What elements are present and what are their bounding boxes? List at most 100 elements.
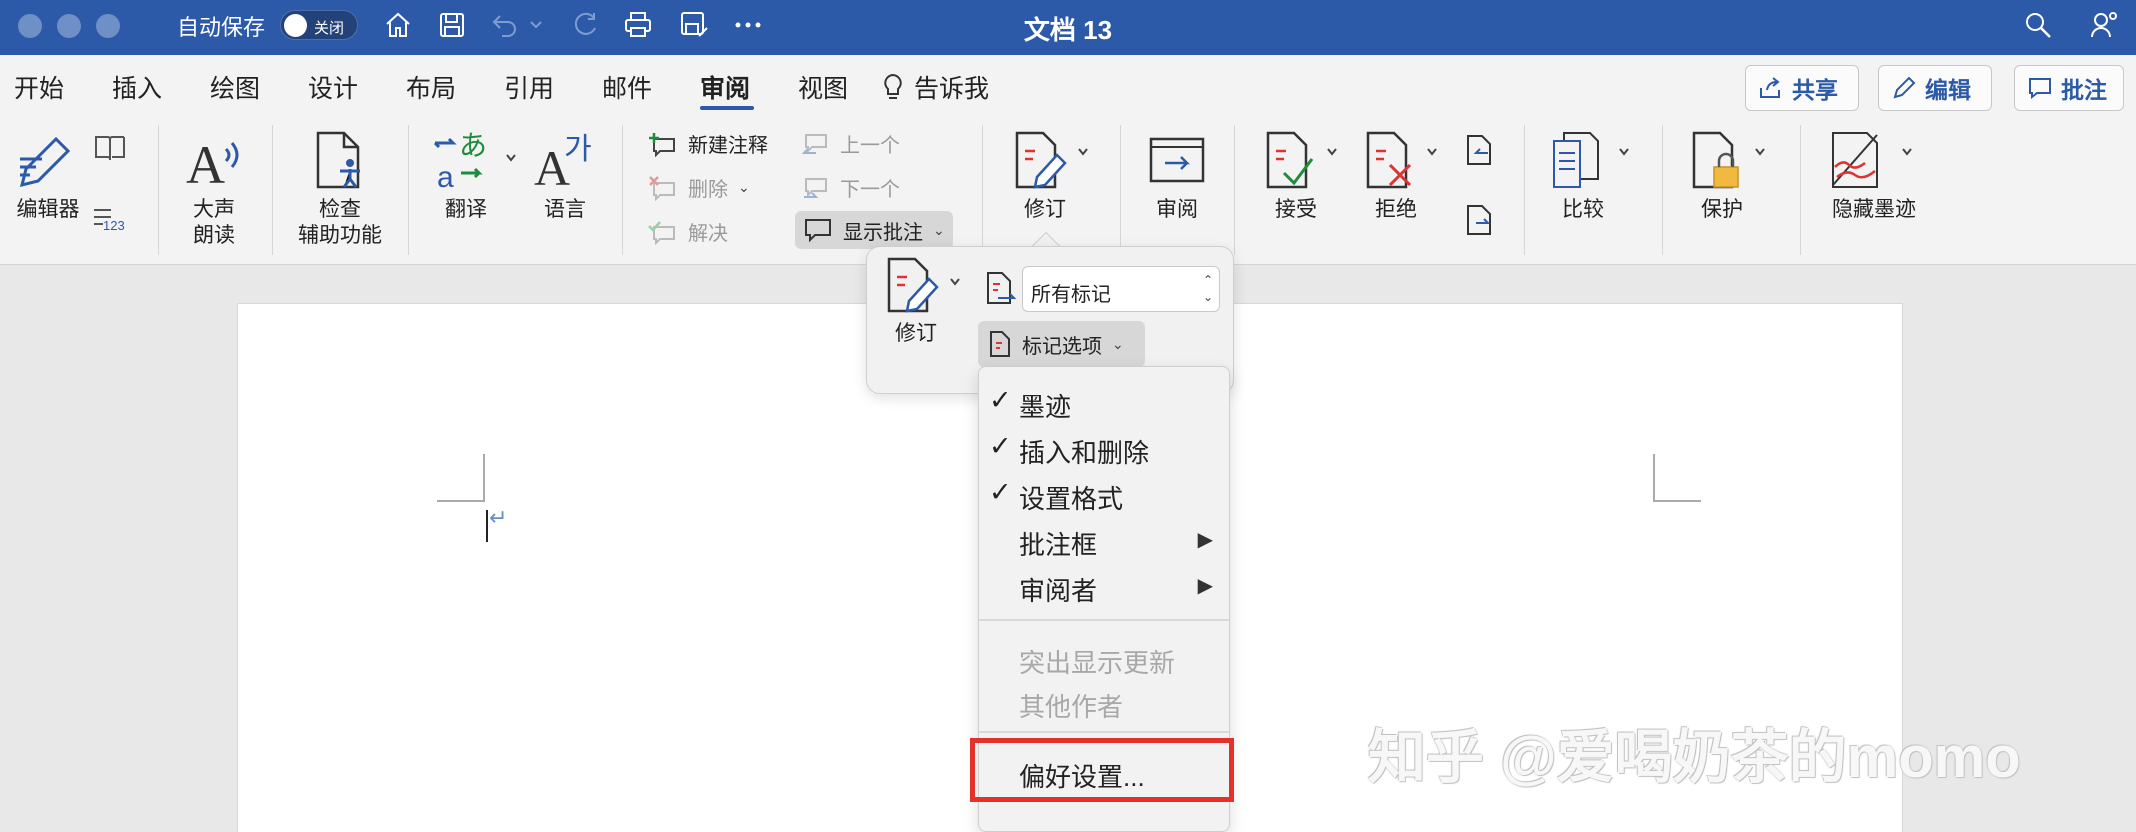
track-changes-button[interactable]: 修订 bbox=[1010, 129, 1096, 223]
redo-icon[interactable] bbox=[567, 7, 603, 43]
language-button[interactable]: A가 语言 bbox=[530, 129, 600, 223]
ribbon-separator bbox=[1662, 125, 1663, 255]
tab-insert[interactable]: 插入 bbox=[112, 69, 162, 105]
tab-view[interactable]: 视图 bbox=[798, 69, 848, 105]
hide-ink-label: 隐藏墨迹 bbox=[1832, 198, 1916, 221]
zoom-window-button[interactable] bbox=[96, 14, 120, 38]
next-comment-icon bbox=[804, 177, 827, 198]
menu-item-ink[interactable]: ✓ 墨迹 bbox=[979, 379, 1229, 422]
markup-display-select[interactable]: 所有标记 ⌃ ⌄ bbox=[1022, 266, 1220, 312]
delete-comment-button[interactable]: 删除 ⌄ bbox=[648, 173, 750, 202]
accessibility-label-2: 辅助功能 bbox=[298, 224, 382, 247]
menu-item-label: 审阅者 bbox=[1019, 576, 1098, 606]
word-count-icon[interactable]: 123 bbox=[90, 205, 130, 239]
svg-text:123: 123 bbox=[103, 218, 125, 233]
previous-change-icon[interactable] bbox=[1462, 133, 1498, 173]
previous-comment-label: 上一个 bbox=[840, 135, 900, 157]
submenu-arrow-icon: ▶ bbox=[1197, 575, 1213, 597]
resolve-comment-label: 解决 bbox=[688, 223, 728, 245]
menu-item-balloons[interactable]: 批注框 ▶ bbox=[979, 517, 1229, 560]
menu-item-other-authors: 其他作者 bbox=[979, 679, 1229, 722]
print-icon[interactable] bbox=[620, 7, 656, 43]
tell-me-box[interactable]: 告诉我 bbox=[882, 69, 989, 105]
tab-home[interactable]: 开始 bbox=[14, 69, 64, 105]
tab-draw[interactable]: 绘图 bbox=[210, 69, 260, 105]
read-aloud-icon: A bbox=[186, 135, 239, 191]
save-as-icon[interactable] bbox=[676, 7, 712, 43]
reviewing-pane-button[interactable]: 审阅 bbox=[1144, 129, 1210, 223]
menu-item-insertions-deletions[interactable]: ✓ 插入和删除 bbox=[979, 425, 1229, 468]
menu-item-label: 其他作者 bbox=[1019, 692, 1124, 722]
menu-item-reviewers[interactable]: 审阅者 ▶ bbox=[979, 563, 1229, 606]
more-icon[interactable] bbox=[730, 7, 766, 43]
read-aloud-button[interactable]: A 大声 朗读 bbox=[178, 129, 250, 249]
comments-label: 批注 bbox=[2061, 77, 2107, 103]
editor-label: 编辑器 bbox=[16, 198, 80, 221]
undo-icon[interactable] bbox=[487, 7, 523, 43]
stepper-arrows-icon: ⌃ ⌄ bbox=[1202, 273, 1213, 304]
chevron-down-icon: ⌄ bbox=[738, 179, 750, 195]
comments-button[interactable]: 批注 bbox=[2014, 65, 2124, 111]
account-icon[interactable] bbox=[2086, 7, 2122, 43]
accessibility-icon bbox=[316, 131, 360, 189]
hide-ink-button[interactable]: 隐藏墨迹 bbox=[1820, 129, 1928, 223]
lightbulb-icon bbox=[884, 73, 902, 99]
reading-mode-icon[interactable] bbox=[90, 133, 130, 169]
tell-me-label: 告诉我 bbox=[914, 75, 990, 103]
menu-item-label: 批注框 bbox=[1019, 530, 1098, 560]
close-window-button[interactable] bbox=[18, 14, 42, 38]
show-comments-button[interactable]: 显示批注 ⌄ bbox=[795, 211, 953, 249]
tab-design[interactable]: 设计 bbox=[308, 69, 358, 105]
svg-text:あ: あ bbox=[459, 129, 487, 162]
menu-separator bbox=[979, 619, 1229, 621]
autosave-toggle[interactable]: 关闭 bbox=[280, 10, 358, 40]
tab-references[interactable]: 引用 bbox=[504, 69, 554, 105]
title-bar: 自动保存 关闭 文档 13 bbox=[0, 0, 2136, 55]
reviewing-pane-icon bbox=[1149, 137, 1205, 183]
comment-icon bbox=[805, 219, 831, 243]
pencil-icon bbox=[1893, 76, 1916, 99]
check-accessibility-button[interactable]: 检查 辅助功能 bbox=[288, 129, 392, 249]
autosave-label: 自动保存 bbox=[177, 15, 266, 40]
text-cursor bbox=[486, 510, 488, 542]
active-tab-indicator bbox=[700, 106, 754, 110]
document-icon bbox=[990, 331, 1010, 357]
minimize-window-button[interactable] bbox=[57, 14, 81, 38]
next-comment-button[interactable]: 下一个 bbox=[800, 173, 900, 202]
editor-button[interactable]: 编辑器 bbox=[10, 129, 86, 223]
edit-button[interactable]: 编辑 bbox=[1878, 65, 1992, 111]
ribbon-separator bbox=[408, 125, 409, 255]
resolve-comment-button[interactable]: 解决 bbox=[648, 217, 728, 246]
markup-options-button[interactable]: 标记选项 ⌄ bbox=[978, 321, 1145, 367]
accept-button[interactable]: 接受 bbox=[1262, 129, 1346, 223]
track-changes-icon bbox=[887, 257, 960, 313]
undo-dropdown-icon[interactable] bbox=[526, 7, 546, 43]
protect-button[interactable]: 保护 bbox=[1688, 129, 1772, 223]
previous-comment-button[interactable]: 上一个 bbox=[800, 129, 900, 158]
save-icon[interactable] bbox=[434, 7, 470, 43]
svg-text:A: A bbox=[186, 135, 225, 191]
menu-item-label: 突出显示更新 bbox=[1019, 648, 1176, 678]
svg-text:a: a bbox=[437, 161, 454, 191]
menu-separator bbox=[979, 731, 1229, 733]
annotation-highlight-box bbox=[970, 738, 1234, 802]
menu-item-label: 墨迹 bbox=[1019, 392, 1072, 422]
popover-track-changes-button[interactable]: 修订 bbox=[881, 255, 971, 347]
track-changes-icon bbox=[1015, 131, 1088, 189]
reject-button[interactable]: 拒绝 bbox=[1362, 129, 1446, 223]
translate-button[interactable]: あa 翻译 bbox=[430, 129, 522, 223]
next-change-icon[interactable] bbox=[1462, 203, 1498, 243]
next-comment-label: 下一个 bbox=[840, 179, 900, 201]
menu-item-formatting[interactable]: ✓ 设置格式 bbox=[979, 471, 1229, 514]
markup-display-icon bbox=[984, 270, 1018, 311]
popover-track-changes-label: 修订 bbox=[895, 322, 937, 345]
tab-mailings[interactable]: 邮件 bbox=[602, 69, 652, 105]
tab-review[interactable]: 审阅 bbox=[700, 69, 750, 105]
submenu-arrow-icon: ▶ bbox=[1197, 529, 1213, 551]
home-icon[interactable] bbox=[380, 7, 416, 43]
share-button[interactable]: 共享 bbox=[1745, 65, 1859, 111]
tab-layout[interactable]: 布局 bbox=[406, 69, 456, 105]
search-icon[interactable] bbox=[2020, 7, 2056, 43]
compare-button[interactable]: 比较 bbox=[1548, 129, 1638, 223]
new-comment-button[interactable]: 新建注释 bbox=[648, 129, 768, 158]
